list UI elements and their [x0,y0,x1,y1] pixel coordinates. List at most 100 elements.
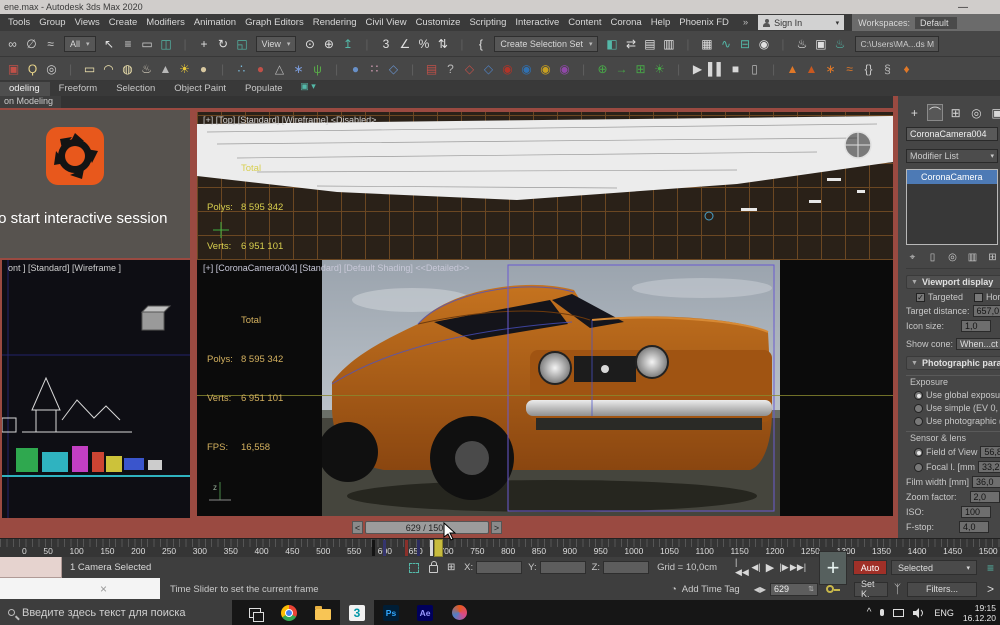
separator[interactable]: | [452,34,471,54]
hidden-icons-chevron[interactable]: ^ [867,607,872,618]
y-coordinate-field[interactable] [540,561,586,574]
corona-dome-light-icon[interactable]: ◠ [99,59,118,79]
show-end-result-icon[interactable]: ▯ [926,251,939,264]
menu-item[interactable]: Scripting [469,17,506,28]
green-create-icon[interactable]: ⊕ [593,59,612,79]
corona-layered-material-icon[interactable]: ∷ [365,59,384,79]
project-path-field[interactable]: C:\Users\MA...ds M [855,36,939,52]
x-coordinate-field[interactable] [476,561,522,574]
make-unique-icon[interactable]: ◎ [946,251,959,264]
ribbon-tab[interactable]: Selection [106,82,165,96]
target-distance-field[interactable]: 657,0 [973,305,1000,317]
taskbar-clock[interactable]: 19:15 16.12.20 [963,603,996,623]
green-burst-icon[interactable]: ☀ [650,59,669,79]
motion-tab-icon[interactable]: ◎ [968,104,985,121]
pause-icon[interactable]: ▌▌ [707,59,726,79]
next-key-button[interactable]: |▶ [777,561,791,575]
stop-icon[interactable]: ■ [726,59,745,79]
toggle-layer-explorer-icon[interactable]: ▤ [640,34,659,54]
keyframe-marker[interactable] [417,540,420,556]
use-simple-exposure-radio[interactable] [914,404,923,413]
keyframe-marker[interactable] [372,540,375,556]
add-time-tag[interactable]: ◔ Add Time Tag [671,584,740,595]
photoshop-button[interactable]: Ps [374,600,408,625]
top-viewport[interactable]: [+] [Top] [Standard] [Wireframe] <Disabl… [197,112,893,260]
next-frame-button[interactable]: > [491,521,502,534]
selection-lock-icon[interactable] [429,565,438,573]
unlink-selection-icon[interactable]: ∅ [22,34,41,54]
camera-viewport[interactable]: [+] [CoronaCamera004] [Standard] [Defaul… [197,260,893,516]
field-of-view-radio[interactable] [914,448,923,457]
phoenix-water-node-icon[interactable]: ◉ [517,59,536,79]
select-and-manipulate-icon[interactable]: ⊕ [319,34,338,54]
previous-frame-button[interactable]: < [352,521,363,534]
language-indicator[interactable]: ENG [934,608,954,618]
ribbon-tab[interactable]: odeling [0,82,50,96]
menu-item[interactable]: Customize [416,17,461,28]
selection-region-icon[interactable] [409,563,419,573]
taskbar-search-box[interactable]: Введите здесь текст для поиска [0,600,232,625]
current-frame-marker[interactable] [434,539,443,557]
fov-field[interactable]: 56,8 [980,446,1000,458]
reference-coordinate-dropdown[interactable]: View ▾ [256,36,297,52]
keyframe-marker[interactable] [383,540,386,556]
phoenix-purple-node-icon[interactable]: ◉ [555,59,574,79]
rollout-photographic-parameters[interactable]: ▼ Photographic paramete [906,356,1000,370]
modify-tab-icon[interactable]: ⌒ [927,104,944,121]
corona-node-blue-icon[interactable]: ◇ [479,59,498,79]
go-to-start-button[interactable]: |◀◀ [735,561,749,575]
show-cone-dropdown[interactable]: When...ct [956,338,1000,350]
menu-item[interactable]: Civil View [366,17,407,28]
targeted-checkbox[interactable]: ✓ [916,293,925,302]
delete-icon[interactable]: ▯ [745,59,764,79]
focal-length-radio[interactable] [914,463,923,472]
remove-modifier-icon[interactable]: ▥ [966,251,979,264]
select-and-rotate-icon[interactable]: ↻ [214,34,233,54]
polygon-modeling-panel-tab[interactable]: on Modeling [0,96,61,108]
absolute-mode-icon[interactable]: ⊞ [444,558,458,578]
angle-snap-icon[interactable]: ∠ [395,34,414,54]
separator[interactable]: | [327,59,346,79]
menu-item[interactable]: Interactive [515,17,559,28]
filters-button[interactable]: Filters... [907,582,977,597]
separator[interactable]: | [574,59,593,79]
create-selection-set-dropdown[interactable]: Create Selection Set ▾ [494,36,598,52]
menu-item[interactable]: Modifiers [146,17,185,28]
current-frame-field[interactable]: 629 ⇅ [770,583,818,596]
window-crossing-icon[interactable]: ◫ [157,34,176,54]
separator[interactable]: | [678,34,697,54]
zoom-factor-field[interactable]: 2,0 [970,491,1000,503]
keyboard-shortcut-override-icon[interactable]: ↥ [338,34,357,54]
close-icon[interactable]: × [100,582,107,596]
previous-key-button[interactable]: ◀| [749,561,763,575]
use-global-exposure-radio[interactable] [914,391,923,400]
phoenix-flame-icon[interactable]: ▲ [802,59,821,79]
render-setup-icon[interactable]: ♨ [792,34,811,54]
use-pivot-center-icon[interactable]: ⊙ [300,34,319,54]
percent-snap-icon[interactable]: % [414,34,433,54]
corona-displacement-icon[interactable]: ● [251,59,270,79]
phoenix-render-node-icon[interactable]: ◉ [536,59,555,79]
after-effects-button[interactable]: Ae [408,600,442,625]
selection-filter-dropdown[interactable]: All ▾ [64,36,96,52]
corona-proxy-icon[interactable]: ◇ [384,59,403,79]
task-view-button[interactable] [238,600,272,625]
key-mode-icon[interactable] [826,585,834,593]
modifier-stack[interactable]: CoronaCamera [906,169,998,245]
ribbon-tab[interactable]: Object Paint [164,82,236,96]
workspaces-dropdown[interactable]: Default [915,17,957,29]
object-name-field[interactable]: CoronaCamera004 [906,127,998,141]
material-editor-icon[interactable]: ◉ [754,34,773,54]
time-slider[interactable]: < 629 / 1500 > [352,521,502,534]
corona-teapot-icon[interactable]: ♨ [137,59,156,79]
iso-field[interactable]: 100 [961,506,991,518]
menu-item[interactable]: Views [75,17,100,28]
menu-item[interactable]: Rendering [313,17,357,28]
hierarchy-tab-icon[interactable]: ⊞ [947,104,964,121]
menu-item[interactable]: Phoenix FD [679,17,729,28]
corona-slicer-icon[interactable]: △ [270,59,289,79]
corona-vfb-icon[interactable]: ▣ [4,59,23,79]
track-bar[interactable]: 0501001502002503003504004505005506006507… [0,538,1000,557]
front-viewport-menu[interactable]: ont ] [Standard] [Wireframe ] [8,263,121,273]
focal-length-field[interactable]: 33,2 [978,461,1000,473]
